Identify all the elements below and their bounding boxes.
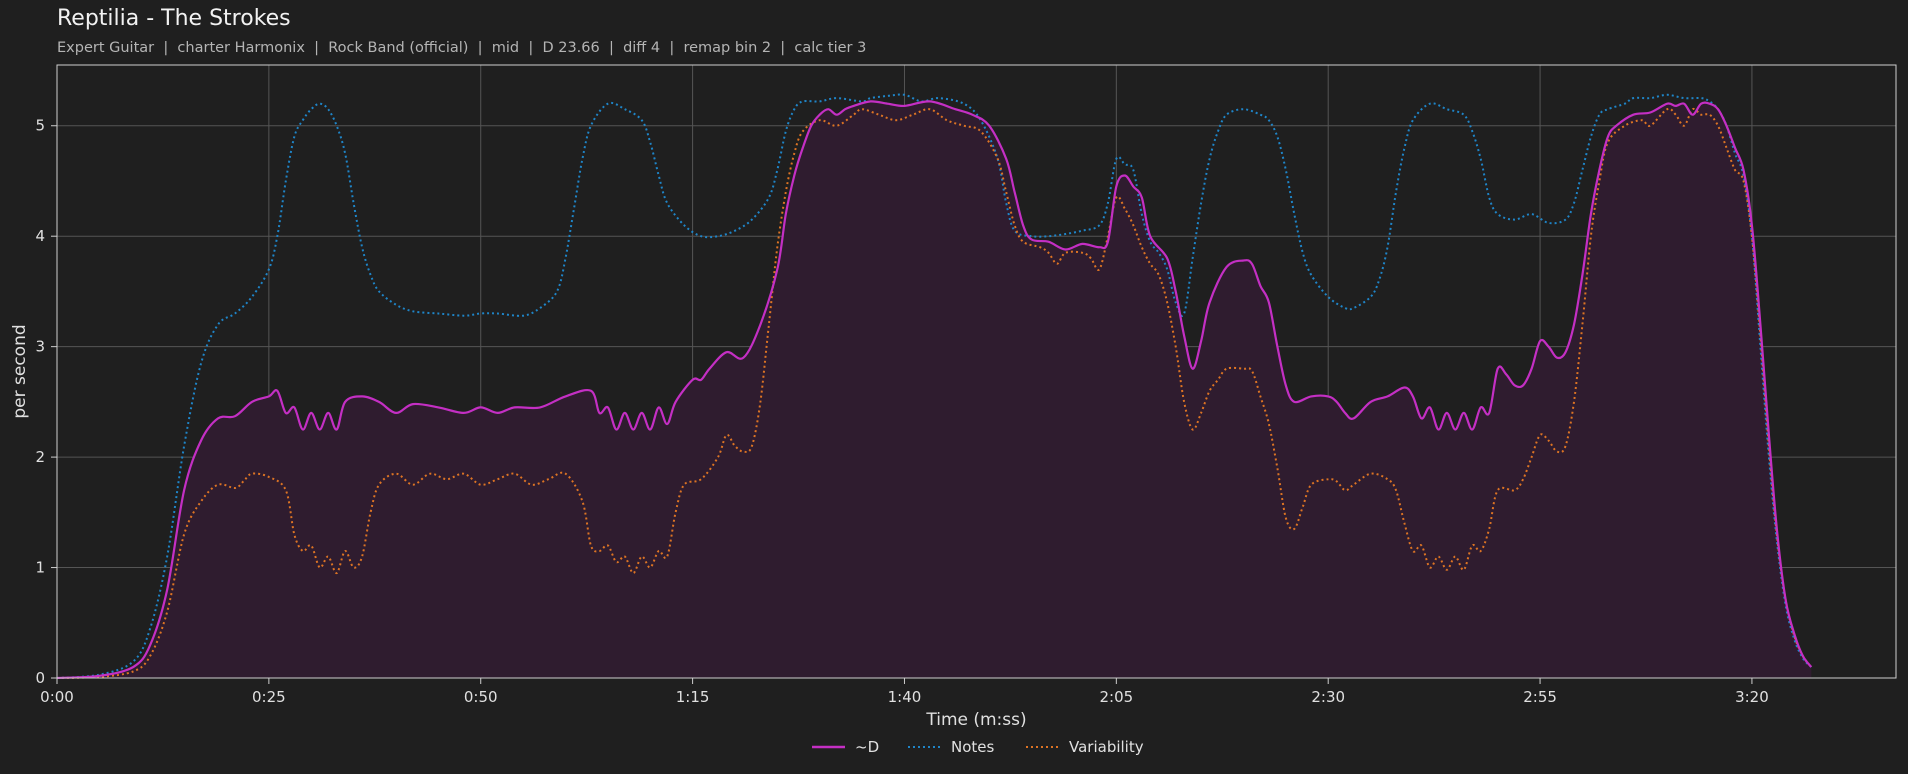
legend-label-variability: Variability [1069,738,1144,756]
legend-label-d: ~D [855,738,879,756]
y-tick-label: 1 [35,559,45,577]
y-tick-label: 3 [35,338,45,356]
x-axis: 0:00 0:25 0:50 1:15 1:40 2:05 2:30 2:55 3:20 [40,678,1769,706]
y-axis-label: per second [10,324,30,418]
x-tick-label: 0:25 [252,688,286,706]
series-d-area [57,101,1812,678]
series-layer [56,93,1813,680]
y-tick-label: 2 [35,448,45,466]
x-axis-label: Time (m:ss) [925,710,1026,730]
x-tick-label: 1:15 [676,688,710,706]
x-tick-label: 0:50 [464,688,498,706]
y-tick-label: 0 [35,669,45,687]
x-tick-label: 2:55 [1523,688,1557,706]
legend: ~D Notes Variability [812,738,1144,756]
y-tick-label: 5 [35,117,45,135]
x-tick-label: 0:00 [40,688,74,706]
x-tick-label: 2:30 [1311,688,1345,706]
legend-label-notes: Notes [951,738,995,756]
y-tick-label: 4 [35,227,45,245]
chart: 0:00 0:25 0:50 1:15 1:40 2:05 2:30 2:55 3:20 0 1 2… [10,64,1897,756]
y-axis: 0 1 2 3 4 5 [35,117,57,687]
x-tick-label: 2:05 [1099,688,1133,706]
x-tick-label: 1:40 [888,688,922,706]
x-tick-label: 3:20 [1735,688,1769,706]
